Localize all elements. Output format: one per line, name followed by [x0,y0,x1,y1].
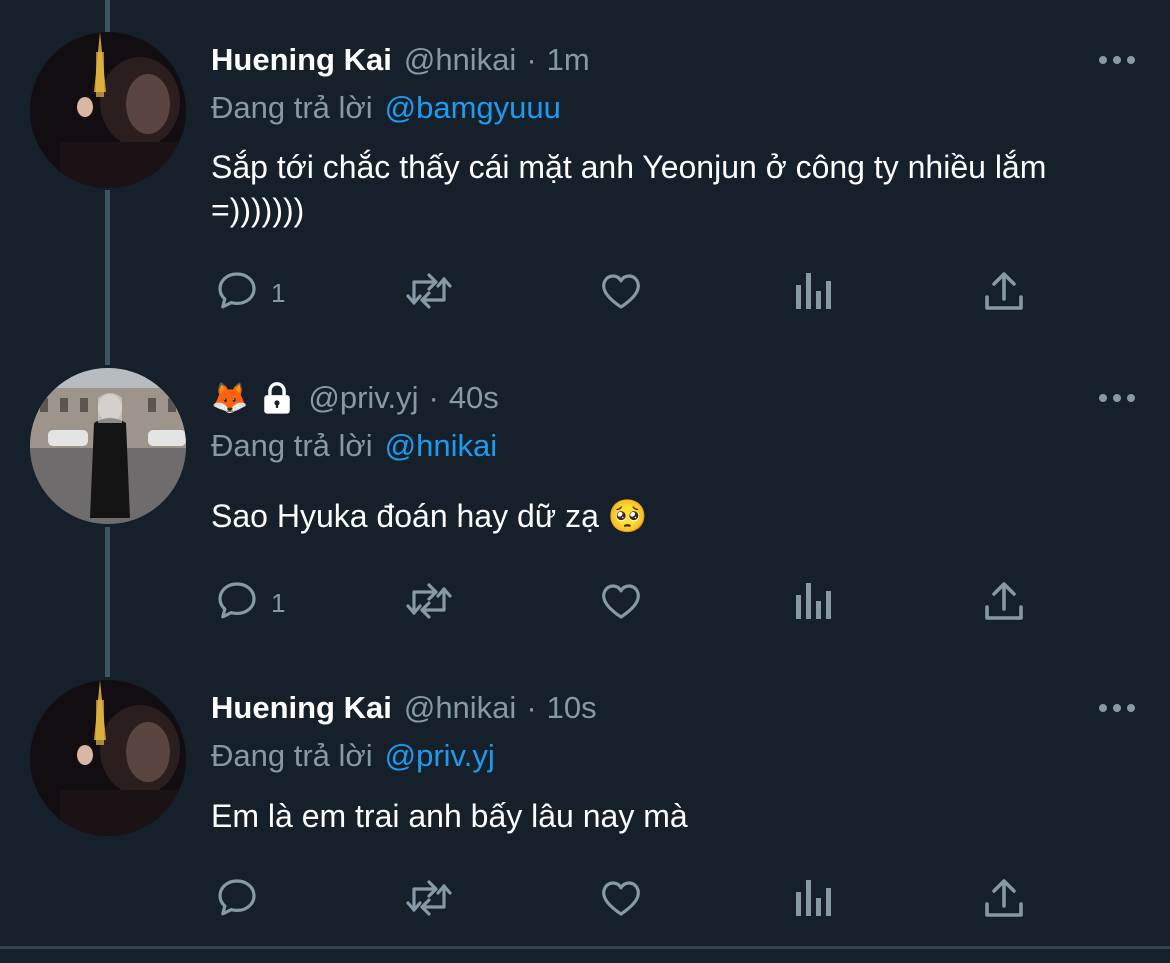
analytics-button[interactable] [792,875,834,925]
avatar[interactable] [30,680,186,836]
tweet-3[interactable]: Huening Kai @hnikai · 10s Đang trả lời @… [0,650,1170,946]
reply-icon [213,874,261,927]
tweet-actions: 1 [0,268,1170,318]
user-handle[interactable]: @hnikai [404,42,516,78]
replying-to-label: Đang trả lời [211,738,373,773]
tweet-text: Sắp tới chắc thấy cái mặt anh Yeonjun ở … [211,149,1047,228]
tweet-header: Huening Kai @hnikai · 1m [211,40,590,80]
tweet-header: 🦊 @priv.yj · 40s [211,378,499,418]
replying-to: Đang trả lời @hnikai [211,426,497,466]
display-name[interactable]: Huening Kai [211,42,392,78]
share-button[interactable] [981,268,1027,318]
timestamp[interactable]: 10s [547,690,597,726]
reply-count: 1 [271,587,286,618]
tweet-text: Em là em trai anh bấy lâu nay mà [211,798,688,834]
tweet-text: Sao Hyuka đoán hay dữ zạ 🥺 [211,498,648,534]
reply-button[interactable]: 1 [213,268,285,318]
tweet-1[interactable]: Huening Kai @hnikai · 1m Đang trả lời @b… [0,0,1170,340]
timestamp[interactable]: 1m [547,42,590,78]
lock-icon [260,381,294,415]
display-name[interactable]: 🦊 [211,381,248,416]
tweet-2[interactable]: 🦊 @priv.yj · 40s Đang trả lời @hnikai Sa… [0,340,1170,650]
like-icon [597,577,645,630]
more-icon[interactable] [1097,45,1137,75]
reply-button[interactable]: 1 [213,578,285,628]
analytics-button[interactable] [792,268,834,318]
reply-button[interactable] [213,875,271,925]
replying-to-label: Đang trả lời [211,428,373,463]
like-button[interactable] [597,268,645,318]
analytics-icon [792,577,834,630]
retweet-button[interactable] [402,578,456,628]
separator: · [526,42,537,77]
replying-to: Đang trả lời @bamgyuuu [211,88,561,128]
replying-to-label: Đang trả lời [211,90,373,125]
share-icon [981,267,1027,320]
separator: · [526,690,537,725]
analytics-button[interactable] [792,578,834,628]
reply-count: 1 [271,277,286,308]
share-icon [981,874,1027,927]
share-button[interactable] [981,578,1027,628]
avatar[interactable] [30,32,186,188]
mention-link[interactable]: @priv.yj [385,738,495,774]
separator: · [428,380,439,415]
tweet-actions [0,875,1170,925]
more-icon[interactable] [1097,693,1137,723]
retweet-button[interactable] [402,875,456,925]
more-icon[interactable] [1097,383,1137,413]
display-name[interactable]: Huening Kai [211,690,392,726]
share-button[interactable] [981,875,1027,925]
mention-link[interactable]: @hnikai [385,428,497,464]
like-icon [597,267,645,320]
replying-to: Đang trả lời @priv.yj [211,736,495,776]
avatar[interactable] [30,368,186,524]
tweet-actions: 1 [0,578,1170,628]
retweet-button[interactable] [402,268,456,318]
analytics-icon [792,874,834,927]
mention-link[interactable]: @bamgyuuu [385,90,561,126]
tweet-header: Huening Kai @hnikai · 10s [211,688,597,728]
like-icon [597,874,645,927]
analytics-icon [792,267,834,320]
user-handle[interactable]: @hnikai [404,690,516,726]
retweet-icon [402,267,456,320]
fox-emoji: 🦊 [211,381,249,415]
reply-icon [213,577,261,630]
user-handle[interactable]: @priv.yj [308,380,418,416]
like-button[interactable] [597,578,645,628]
like-button[interactable] [597,875,645,925]
retweet-icon [402,577,456,630]
retweet-icon [402,874,456,927]
share-icon [981,577,1027,630]
divider [0,946,1170,949]
timestamp[interactable]: 40s [449,380,499,416]
reply-icon [213,267,261,320]
